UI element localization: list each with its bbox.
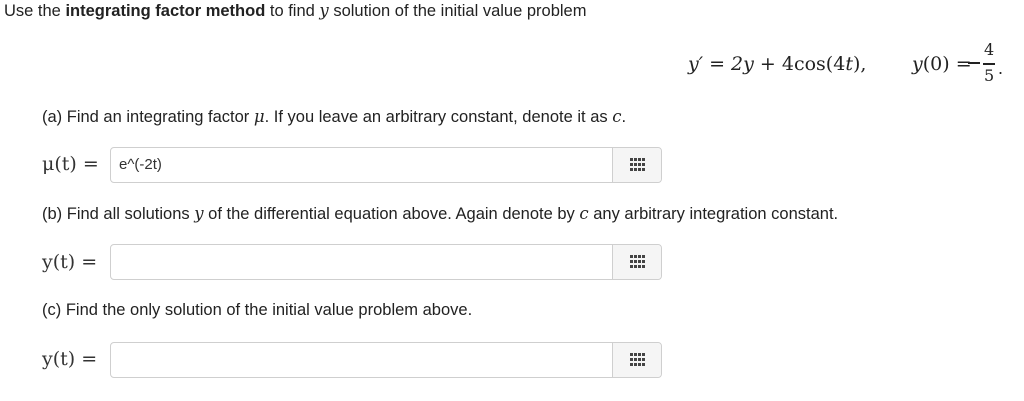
fraction-period: . (998, 58, 1004, 78)
intro-text-2: to find (265, 2, 320, 20)
intro-variable: y (319, 1, 329, 20)
fraction-denominator: 5 (984, 66, 995, 85)
initial-value-fraction: 4 5 . (968, 40, 1004, 90)
equation-cos: cos(4 (793, 53, 846, 75)
keypad-icon (630, 255, 645, 269)
part-c-answer-field[interactable] (110, 342, 662, 378)
part-a-answer-value: e^(-2t) (119, 156, 162, 173)
initial-y: y (912, 53, 923, 75)
part-c-question: (c) Find the only solution of the initia… (42, 301, 473, 319)
initial-arg: (0) = (922, 53, 972, 75)
part-b-keypad-button[interactable] (612, 245, 661, 279)
part-b-c: c (579, 204, 589, 223)
part-b-y: y (194, 204, 204, 223)
part-a-text-2: . If you leave an arbitrary constant, de… (264, 108, 613, 126)
part-b-label: y(t) = (42, 251, 98, 273)
part-b-answer-field[interactable] (110, 244, 662, 280)
minus-sign (968, 62, 980, 64)
equation-t: t (845, 53, 853, 75)
part-b-text-1: (b) Find all solutions (42, 205, 195, 223)
problem-intro: Use the integrating factor method to fin… (4, 0, 586, 22)
initial-condition: y(0) = (912, 53, 972, 75)
intro-method: integrating factor method (65, 2, 266, 20)
part-c-label: y(t) = (42, 348, 98, 370)
part-a-text-1: (a) Find an integrating factor (42, 108, 254, 126)
part-a-keypad-button[interactable] (612, 148, 661, 182)
equation-mid: + 4 (753, 53, 794, 75)
part-a-answer-field[interactable]: e^(-2t) (110, 147, 662, 183)
equation-lhs: y′ = 2 (688, 53, 744, 75)
keypad-icon (630, 353, 645, 367)
equation-y: y (743, 53, 754, 75)
equation-end: ), (852, 53, 867, 75)
part-c-keypad-button[interactable] (612, 343, 661, 377)
part-a-mu: μ (253, 107, 265, 126)
part-b-text-3: any arbitrary integration constant. (588, 205, 839, 223)
intro-text-1: Use the (4, 2, 66, 20)
part-b-question: (b) Find all solutions y of the differen… (42, 204, 838, 224)
differential-equation: y′ = 2y + 4cos(4t), (688, 53, 866, 75)
keypad-icon (630, 158, 645, 172)
part-a-label: μ(t) = (42, 153, 99, 175)
part-b-text-2: of the differential equation above. Agai… (203, 205, 580, 223)
intro-text-3: solution of the initial value problem (328, 2, 587, 20)
part-a-text-3: . (621, 108, 627, 126)
fraction-numerator: 4 (984, 40, 995, 59)
part-a-question: (a) Find an integrating factor μ. If you… (42, 107, 626, 127)
fraction-bar (983, 63, 995, 65)
